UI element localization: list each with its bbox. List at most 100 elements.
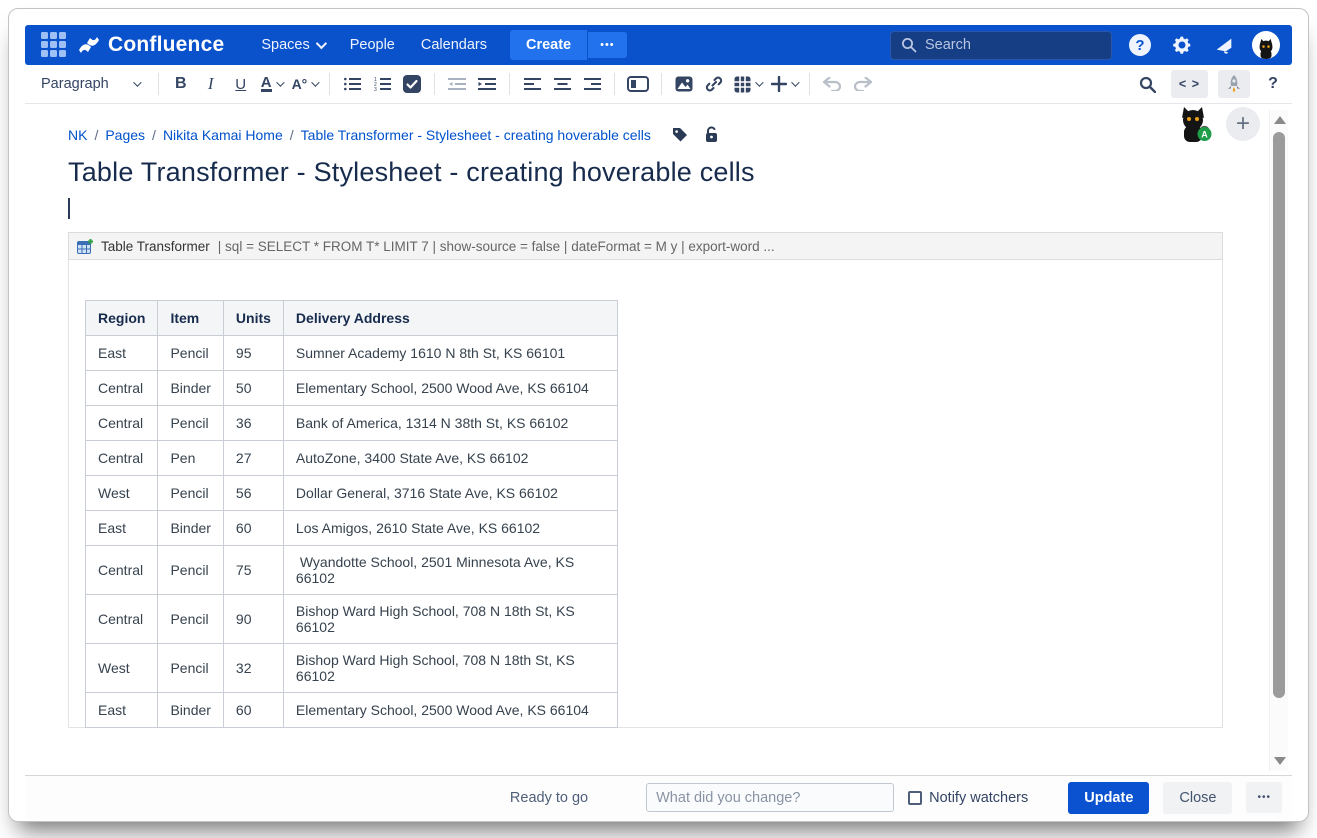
task-list-button[interactable]: [399, 70, 425, 98]
cell-units: 60: [222, 692, 284, 728]
italic-button[interactable]: I: [198, 70, 224, 98]
create-more-button[interactable]: •••: [588, 32, 627, 58]
breadcrumb-separator: /: [289, 126, 294, 143]
cell-region: East: [84, 335, 159, 371]
cell-region: Central: [84, 545, 159, 595]
footer-more-button[interactable]: •••: [1246, 782, 1282, 813]
column-header-region: Region: [84, 300, 159, 336]
rocket-plugin-button[interactable]: [1218, 70, 1250, 98]
insert-files-images-button[interactable]: [671, 70, 697, 98]
align-left-button[interactable]: [519, 70, 545, 98]
breadcrumb-home-link[interactable]: Nikita Kamai Home: [163, 127, 283, 143]
nav-spaces-label: Spaces: [261, 37, 310, 53]
table-row: Central Binder 50 Elementary School, 250…: [84, 370, 618, 406]
transformed-table: Region Item Units Delivery Address East …: [84, 300, 618, 728]
confluence-logo[interactable]: Confluence: [77, 33, 224, 57]
redo-button[interactable]: [849, 70, 875, 98]
cell-region: West: [84, 475, 159, 511]
cell-address: Elementary School, 2500 Wood Ave, KS 661…: [282, 692, 618, 728]
cell-region: East: [84, 510, 159, 546]
cell-units: 56: [222, 475, 284, 511]
text-color-dropdown[interactable]: A: [258, 70, 285, 98]
gear-icon: [1171, 34, 1193, 56]
author-avatar-cat[interactable]: A: [1174, 104, 1212, 144]
scrollbar-thumb[interactable]: [1273, 132, 1285, 698]
breadcrumb-space-link[interactable]: NK: [68, 127, 87, 143]
close-button[interactable]: Close: [1163, 781, 1233, 814]
editor-footer-bar: Ready to go Notify watchers Update Close…: [25, 775, 1292, 819]
update-button[interactable]: Update: [1068, 781, 1150, 814]
editor-help-button[interactable]: ?: [1260, 70, 1286, 98]
cell-address: Bishop Ward High School, 708 N 18th St, …: [282, 643, 618, 693]
paragraph-style-dropdown[interactable]: Paragraph: [31, 76, 149, 92]
cell-address: Wyandotte School, 2501 Minnesota Ave, KS…: [282, 545, 618, 595]
scroll-up-arrow[interactable]: [1274, 116, 1286, 124]
numbered-list-button[interactable]: 123: [369, 70, 395, 98]
scroll-down-arrow[interactable]: [1274, 757, 1286, 765]
macro-params: | sql = SELECT * FROM T* LIMIT 7 | show-…: [217, 238, 775, 254]
source-editor-button[interactable]: < >: [1170, 70, 1208, 98]
cell-address: Los Amigos, 2610 State Ave, KS 66102: [282, 510, 618, 546]
notify-watchers-control[interactable]: Notify watchers: [908, 790, 1028, 806]
toolbar-divider: [661, 73, 663, 95]
toolbar-divider: [614, 73, 616, 95]
unlocked-padlock-icon[interactable]: [704, 126, 719, 143]
toolbar-divider: [509, 73, 511, 95]
nav-people[interactable]: People: [337, 25, 408, 65]
notifications-button[interactable]: [1210, 31, 1238, 59]
table-transformer-macro[interactable]: Table Transformer | sql = SELECT * FROM …: [68, 232, 1223, 728]
page-layout-button[interactable]: [624, 70, 652, 98]
toolbar-divider: [809, 73, 811, 95]
more-formatting-dropdown[interactable]: A°: [289, 70, 321, 98]
cell-item: Pencil: [157, 545, 224, 595]
indent-button[interactable]: [474, 70, 500, 98]
undo-button[interactable]: [819, 70, 845, 98]
cell-item: Pencil: [157, 594, 224, 644]
table-insert-icon: [77, 238, 93, 254]
add-page-plus-button[interactable]: +: [1226, 107, 1260, 141]
find-replace-button[interactable]: [1135, 70, 1161, 98]
breadcrumb-pages-link[interactable]: Pages: [105, 127, 145, 143]
search-input[interactable]: [925, 37, 1085, 53]
notify-watchers-checkbox[interactable]: [908, 790, 923, 805]
cell-units: 95: [222, 335, 284, 371]
cell-region: East: [84, 692, 159, 728]
insert-link-button[interactable]: [701, 70, 727, 98]
cell-units: 75: [222, 545, 284, 595]
cell-address: Sumner Academy 1610 N 8th St, KS 66101: [282, 335, 618, 371]
cell-item: Binder: [157, 692, 224, 728]
settings-button[interactable]: [1168, 31, 1196, 59]
align-center-button[interactable]: [549, 70, 575, 98]
app-switcher-icon[interactable]: [41, 32, 67, 58]
search-box[interactable]: [890, 30, 1112, 60]
chevron-down-icon: [755, 78, 764, 87]
notify-watchers-label: Notify watchers: [929, 789, 1029, 806]
insert-table-dropdown[interactable]: [731, 70, 764, 98]
chevron-down-icon: [311, 78, 320, 87]
macro-header[interactable]: Table Transformer | sql = SELECT * FROM …: [68, 232, 1223, 260]
nav-calendars[interactable]: Calendars: [408, 25, 500, 65]
breadcrumb-separator: /: [94, 126, 99, 143]
cell-item: Binder: [157, 510, 224, 546]
page-title[interactable]: Table Transformer - Stylesheet - creatin…: [68, 157, 1292, 188]
version-comment-input[interactable]: [646, 783, 895, 812]
nav-people-label: People: [349, 37, 395, 53]
underline-button[interactable]: U: [228, 70, 254, 98]
bullet-list-button[interactable]: [339, 70, 365, 98]
labels-tag-icon[interactable]: [672, 127, 688, 143]
cell-item: Pencil: [157, 405, 224, 441]
create-button[interactable]: Create: [509, 30, 588, 60]
breadcrumb-current-page-link[interactable]: Table Transformer - Stylesheet - creatin…: [301, 127, 651, 143]
profile-button[interactable]: [1252, 31, 1280, 59]
insert-more-content-dropdown[interactable]: [768, 70, 800, 98]
align-right-button[interactable]: [579, 70, 605, 98]
nav-spaces[interactable]: Spaces: [248, 25, 336, 65]
bold-button[interactable]: B: [168, 70, 194, 98]
help-button[interactable]: ?: [1126, 31, 1154, 59]
chevron-down-icon: [791, 78, 800, 87]
cell-units: 27: [222, 440, 284, 476]
outdent-button[interactable]: [444, 70, 470, 98]
cell-item: Pen: [157, 440, 224, 476]
cell-region: Central: [84, 370, 159, 406]
vertical-scrollbar[interactable]: [1269, 110, 1288, 771]
